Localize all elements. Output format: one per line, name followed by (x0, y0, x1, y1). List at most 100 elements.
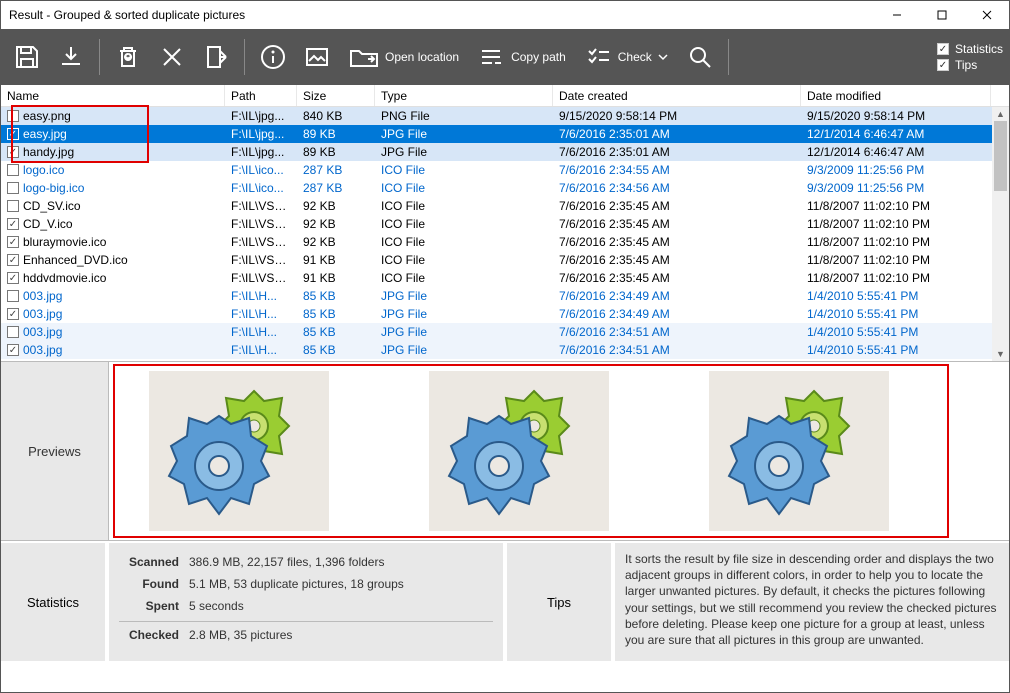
stat-checked-value: 2.8 MB, 35 pictures (189, 628, 292, 642)
table-row[interactable]: 003.jpgF:\IL\H...85 KBJPG File7/6/2016 2… (1, 287, 1009, 305)
col-header-path[interactable]: Path (225, 85, 297, 106)
cell-modified: 11/8/2007 11:02:10 PM (801, 235, 1009, 249)
table-row[interactable]: logo-big.icoF:\IL\ico...287 KBICO File7/… (1, 179, 1009, 197)
preview-button[interactable] (297, 37, 337, 77)
cell-name: easy.jpg (23, 127, 67, 141)
cell-size: 91 KB (297, 271, 375, 285)
check-button[interactable]: Check (578, 37, 676, 77)
statistics-toggle[interactable]: ✓Statistics (937, 42, 1003, 56)
chevron-down-icon (658, 52, 668, 62)
row-checkbox[interactable]: ✓ (7, 146, 19, 158)
cell-path: F:\IL\VS2... (225, 271, 297, 285)
save-button[interactable] (7, 37, 47, 77)
cell-name: 003.jpg (23, 343, 62, 357)
row-checkbox[interactable]: ✓ (7, 308, 19, 320)
copy-path-button[interactable]: Copy path (471, 37, 574, 77)
cell-modified: 1/4/2010 5:55:41 PM (801, 343, 1009, 357)
delete-button[interactable] (152, 37, 192, 77)
scroll-down-icon[interactable]: ▼ (992, 347, 1009, 361)
table-row[interactable]: logo.icoF:\IL\ico...287 KBICO File7/6/20… (1, 161, 1009, 179)
preview-thumbnail[interactable] (149, 371, 329, 531)
row-checkbox[interactable]: ✓ (7, 344, 19, 356)
close-button[interactable] (964, 1, 1009, 29)
scroll-thumb[interactable] (994, 121, 1007, 191)
table-row[interactable]: 003.jpgF:\IL\H...85 KBJPG File7/6/2016 2… (1, 323, 1009, 341)
table-row[interactable]: ✓003.jpgF:\IL\H...85 KBJPG File7/6/2016 … (1, 305, 1009, 323)
vertical-scrollbar[interactable]: ▲ ▼ (992, 107, 1009, 361)
stat-checked-label: Checked (119, 628, 179, 642)
maximize-button[interactable] (919, 1, 964, 29)
table-row[interactable]: CD_SV.icoF:\IL\VS2...92 KBICO File7/6/20… (1, 197, 1009, 215)
col-header-size[interactable]: Size (297, 85, 375, 106)
row-checkbox[interactable] (7, 182, 19, 194)
row-checkbox[interactable] (7, 326, 19, 338)
cell-modified: 11/8/2007 11:02:10 PM (801, 217, 1009, 231)
table-row[interactable]: ✓easy.jpgF:\IL\jpg...89 KBJPG File7/6/20… (1, 125, 1009, 143)
row-checkbox[interactable] (7, 290, 19, 302)
cell-created: 7/6/2016 2:35:45 AM (553, 253, 801, 267)
separator (728, 39, 729, 75)
statistics-panel: Statistics Scanned386.9 MB, 22,157 files… (1, 541, 503, 661)
scroll-up-icon[interactable]: ▲ (992, 107, 1009, 121)
table-row[interactable]: ✓handy.jpgF:\IL\jpg...89 KBJPG File7/6/2… (1, 143, 1009, 161)
preview-thumbnail[interactable] (709, 371, 889, 531)
import-button[interactable] (51, 37, 91, 77)
col-header-name[interactable]: Name (1, 85, 225, 106)
preview-thumbnail[interactable] (429, 371, 609, 531)
cell-type: JPG File (375, 325, 553, 339)
row-checkbox[interactable]: ✓ (7, 236, 19, 248)
cell-path: F:\IL\ico... (225, 181, 297, 195)
grid-header: Name Path Size Type Date created Date mo… (1, 85, 1009, 107)
checkbox-icon: ✓ (937, 59, 949, 71)
cell-type: JPG File (375, 289, 553, 303)
cell-name: 003.jpg (23, 325, 62, 339)
cell-size: 92 KB (297, 235, 375, 249)
search-button[interactable] (680, 37, 720, 77)
col-header-modified[interactable]: Date modified (801, 85, 991, 106)
cell-name: hddvdmovie.ico (23, 271, 106, 285)
row-checkbox[interactable] (7, 164, 19, 176)
cell-path: F:\IL\H... (225, 307, 297, 321)
cell-name: bluraymovie.ico (23, 235, 106, 249)
col-header-created[interactable]: Date created (553, 85, 801, 106)
cell-modified: 11/8/2007 11:02:10 PM (801, 199, 1009, 213)
move-button[interactable] (196, 37, 236, 77)
cell-type: ICO File (375, 181, 553, 195)
open-location-button[interactable]: Open location (341, 37, 467, 77)
row-checkbox[interactable] (7, 110, 19, 122)
checklist-icon (586, 46, 612, 68)
table-row[interactable]: ✓Enhanced_DVD.icoF:\IL\VS2...91 KBICO Fi… (1, 251, 1009, 269)
cell-name: logo.ico (23, 163, 64, 177)
table-row[interactable]: ✓CD_V.icoF:\IL\VS2...92 KBICO File7/6/20… (1, 215, 1009, 233)
grid-rows: easy.pngF:\IL\jpg...840 KBPNG File9/15/2… (1, 107, 1009, 359)
row-checkbox[interactable]: ✓ (7, 254, 19, 266)
separator (244, 39, 245, 75)
table-row[interactable]: ✓hddvdmovie.icoF:\IL\VS2...91 KBICO File… (1, 269, 1009, 287)
cell-created: 7/6/2016 2:35:45 AM (553, 271, 801, 285)
table-row[interactable]: ✓003.jpgF:\IL\H...85 KBJPG File7/6/2016 … (1, 341, 1009, 359)
cell-size: 287 KB (297, 181, 375, 195)
col-header-type[interactable]: Type (375, 85, 553, 106)
cell-name: handy.jpg (23, 145, 74, 159)
minimize-button[interactable] (874, 1, 919, 29)
cell-created: 7/6/2016 2:34:56 AM (553, 181, 801, 195)
row-checkbox[interactable]: ✓ (7, 128, 19, 140)
cell-modified: 11/8/2007 11:02:10 PM (801, 271, 1009, 285)
stat-scanned-label: Scanned (119, 555, 179, 569)
bottom-panels: Statistics Scanned386.9 MB, 22,157 files… (1, 541, 1009, 661)
tips-toggle[interactable]: ✓Tips (937, 58, 1003, 72)
stat-found-value: 5.1 MB, 53 duplicate pictures, 18 groups (189, 577, 404, 591)
row-checkbox[interactable]: ✓ (7, 272, 19, 284)
recycle-button[interactable] (108, 37, 148, 77)
cell-size: 85 KB (297, 343, 375, 357)
cell-modified: 12/1/2014 6:46:47 AM (801, 145, 1009, 159)
row-checkbox[interactable]: ✓ (7, 218, 19, 230)
stat-spent-label: Spent (119, 599, 179, 613)
row-checkbox[interactable] (7, 200, 19, 212)
table-row[interactable]: easy.pngF:\IL\jpg...840 KBPNG File9/15/2… (1, 107, 1009, 125)
info-button[interactable] (253, 37, 293, 77)
table-row[interactable]: ✓bluraymovie.icoF:\IL\VS2...92 KBICO Fil… (1, 233, 1009, 251)
cell-created: 7/6/2016 2:35:01 AM (553, 127, 801, 141)
cell-type: ICO File (375, 199, 553, 213)
cell-type: ICO File (375, 235, 553, 249)
